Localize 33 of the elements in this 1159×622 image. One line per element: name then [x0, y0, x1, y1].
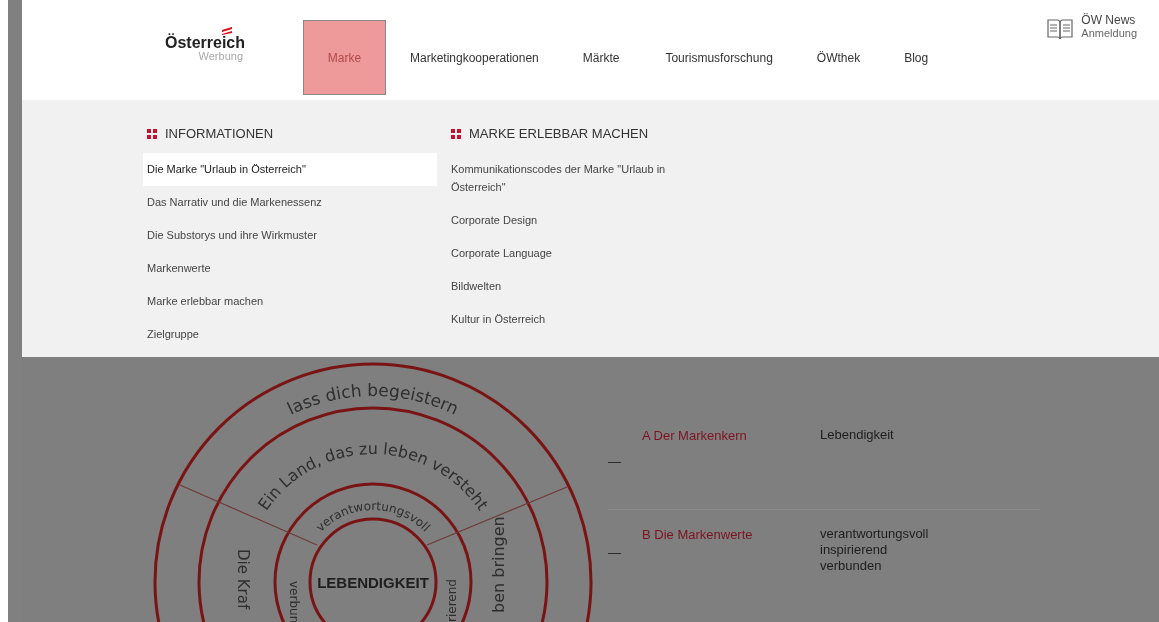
- menu-link[interactable]: Bildwelten: [447, 270, 705, 303]
- menu-link[interactable]: Kultur in Österreich: [447, 303, 705, 336]
- flag-stripes-icon: [221, 27, 233, 35]
- menu-heading: INFORMATIONEN: [165, 126, 274, 141]
- menu-link[interactable]: Zielgruppe: [143, 318, 437, 351]
- menu-link[interactable]: Corporate Language: [447, 237, 705, 270]
- row-title: B Die Markenwerte: [642, 526, 754, 544]
- row-value: Lebendigkeit: [820, 427, 894, 443]
- nav-tab[interactable]: Marketingkooperationen: [388, 20, 561, 95]
- row-value: verantwortungsvoll: [820, 526, 929, 542]
- signup-link[interactable]: Anmeldung: [1081, 27, 1137, 40]
- dash-mark: —: [608, 545, 622, 560]
- row-value: verbunden: [820, 558, 883, 574]
- grid-squares-icon: [147, 128, 157, 139]
- nav-tab[interactable]: Tourismusforschung: [641, 20, 795, 95]
- menu-link[interactable]: Markenwerte: [143, 252, 437, 285]
- nav-tab[interactable]: Märkte: [560, 20, 642, 95]
- row-value: inspirierend: [820, 542, 889, 558]
- menu-link[interactable]: Die Substorys und ihre Wirkmuster: [143, 219, 437, 252]
- menu-link[interactable]: Die Marke "Urlaub in Österreich": [143, 153, 437, 186]
- menu-heading: MARKE ERLEBBAR MACHEN: [469, 126, 649, 141]
- menu-link[interactable]: Das Narrativ und die Markenessenz: [143, 186, 437, 219]
- row-title: A Der Markenkern: [642, 427, 748, 445]
- menu-link[interactable]: Kommunikationscodes der Marke "Urlaub in Österreich": [447, 153, 705, 204]
- logo[interactable]: Österreich Werbung: [165, 26, 245, 62]
- nav-tab[interactable]: ÖWthek: [794, 20, 883, 95]
- nav-tab[interactable]: Blog: [882, 20, 951, 95]
- menu-link[interactable]: Marke erlebbar machen: [143, 285, 437, 318]
- grid-squares-icon: [451, 128, 461, 139]
- book-icon[interactable]: [1047, 18, 1074, 40]
- dash-mark: —: [608, 454, 622, 469]
- menu-link[interactable]: Corporate Design: [447, 204, 705, 237]
- news-link[interactable]: ÖW News: [1081, 14, 1137, 27]
